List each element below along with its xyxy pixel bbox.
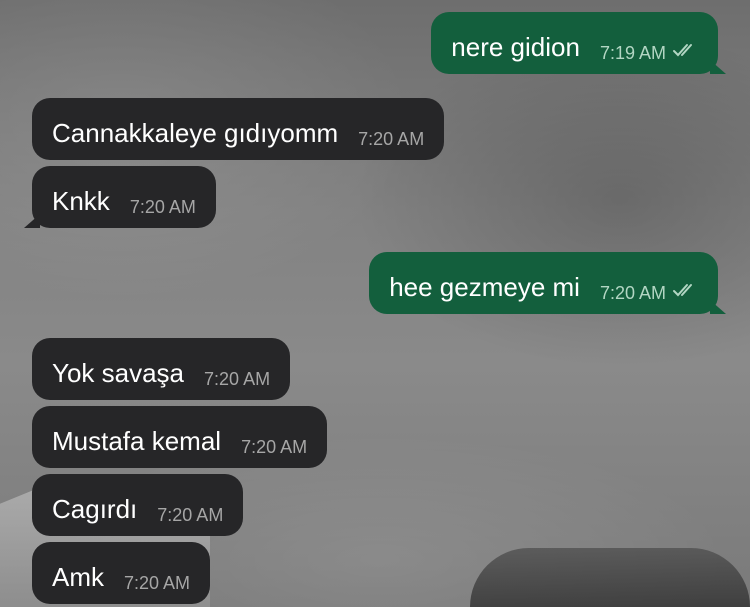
message-time: 7:20 AM — [124, 573, 191, 593]
message-time: 7:20 AM — [599, 283, 666, 303]
message-bubble-incoming[interactable]: Cannakkaleye gıdıyomm 7:20 AM — [32, 98, 445, 160]
message-bubble-incoming[interactable]: Knkk 7:20 AM — [24, 166, 216, 228]
message-text: Mustafa kemal — [52, 426, 222, 456]
message-text: Yok savaşa — [52, 358, 185, 388]
message-text: Amk — [52, 562, 104, 592]
message-time: 7:20 AM — [204, 369, 271, 389]
message-time: 7:20 AM — [129, 197, 196, 217]
message-bubble-incoming[interactable]: Amk 7:20 AM — [32, 542, 211, 604]
message-text: nere gidion — [451, 32, 580, 62]
message-text: Knkk — [52, 186, 110, 216]
message-bubble-outgoing[interactable]: nere gidion 7:19 AM — [431, 12, 726, 74]
message-text: Cagırdı — [52, 494, 138, 524]
wallpaper-photo-detail — [470, 548, 750, 607]
message-time: 7:20 AM — [241, 437, 308, 457]
message-bubble-incoming[interactable]: Mustafa kemal 7:20 AM — [32, 406, 328, 468]
message-bubble-incoming[interactable]: Cagırdı 7:20 AM — [32, 474, 244, 536]
message-text: hee gezmeye mi — [389, 272, 580, 302]
message-text: Cannakkaleye gıdıyomm — [52, 118, 339, 148]
message-time: 7:20 AM — [157, 505, 224, 525]
message-bubble-outgoing[interactable]: hee gezmeye mi 7:20 AM — [369, 252, 726, 314]
message-time: 7:19 AM — [599, 43, 666, 63]
double-check-icon — [672, 283, 698, 302]
message-bubble-incoming[interactable]: Yok savaşa 7:20 AM — [32, 338, 291, 400]
double-check-icon — [672, 43, 698, 62]
message-time: 7:20 AM — [358, 129, 425, 149]
